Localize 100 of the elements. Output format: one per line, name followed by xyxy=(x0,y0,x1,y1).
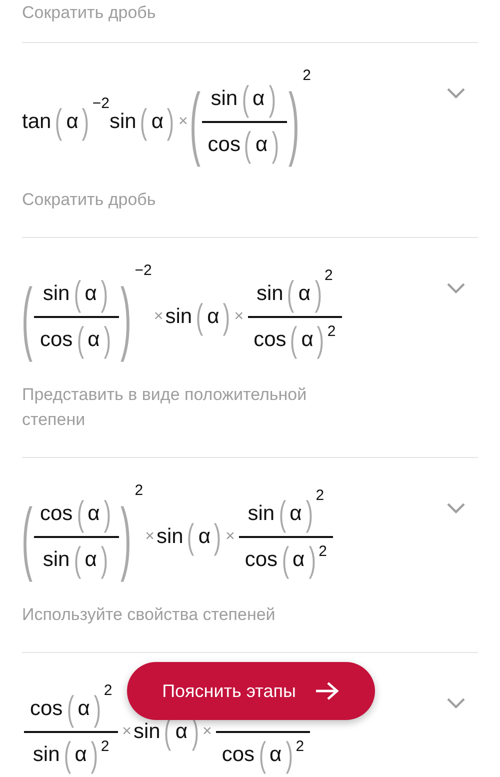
parenthesis: ( xyxy=(140,102,148,142)
parenthesis: ( xyxy=(22,490,32,584)
parenthesis: ( xyxy=(189,76,200,169)
function-name: sin xyxy=(256,282,284,306)
function-name: sin xyxy=(42,282,70,306)
parenthesis: ( xyxy=(66,688,74,730)
exponent: 2 xyxy=(104,682,112,698)
variable: α xyxy=(301,328,314,352)
parenthesis: ( xyxy=(74,274,81,314)
function-name: cos xyxy=(40,502,73,526)
explain-steps-button[interactable]: Пояснить этапы xyxy=(127,662,375,720)
variable: α xyxy=(255,133,268,157)
parenthesis: ) xyxy=(104,320,111,360)
function-name: cos xyxy=(222,743,255,767)
variable: α xyxy=(252,87,265,111)
variable: α xyxy=(298,282,310,306)
parenthesis: ) xyxy=(272,124,279,166)
function-name: sin xyxy=(109,110,136,134)
parenthesis: ( xyxy=(76,494,84,534)
exponent: 2 xyxy=(296,738,304,754)
function-name: cos xyxy=(30,697,63,721)
parenthesis: ( xyxy=(241,78,249,120)
parenthesis: ) xyxy=(90,734,98,776)
parenthesis: ) xyxy=(317,320,325,360)
function-name: cos xyxy=(244,548,278,572)
parenthesis: ) xyxy=(288,76,300,169)
parenthesis: ) xyxy=(100,540,108,580)
parenthesis: ( xyxy=(187,516,194,558)
parenthesis: ) xyxy=(223,296,230,338)
variable: α xyxy=(66,110,78,134)
parenthesis: ( xyxy=(74,540,81,580)
parenthesis: ) xyxy=(268,78,276,120)
times-sign: × xyxy=(145,528,154,546)
step-hint: Используйте свойства степеней xyxy=(22,604,276,626)
times-sign: × xyxy=(225,528,235,546)
parenthesis: ( xyxy=(281,540,289,580)
variable: α xyxy=(84,282,97,306)
chevron-down-icon[interactable] xyxy=(446,697,466,709)
parenthesis: ) xyxy=(104,494,111,534)
exponent: 2 xyxy=(327,322,336,340)
parenthesis: ) xyxy=(94,688,101,730)
chevron-down-icon[interactable] xyxy=(446,502,466,514)
parenthesis: ( xyxy=(244,124,252,166)
parenthesis: ( xyxy=(55,102,62,142)
parenthesis: ) xyxy=(82,102,90,142)
parenthesis: ( xyxy=(287,274,294,314)
parenthesis: ( xyxy=(76,320,84,360)
variable: α xyxy=(198,525,210,549)
times-sign: × xyxy=(202,723,212,741)
variable: α xyxy=(270,743,282,767)
exponent: 2 xyxy=(316,486,324,504)
parenthesis: ) xyxy=(306,494,313,534)
parenthesis: ) xyxy=(214,516,222,558)
function-name: cos xyxy=(208,133,240,157)
function-name: sin xyxy=(210,87,238,111)
parenthesis: ( xyxy=(22,270,32,364)
parenthesis: ) xyxy=(167,102,175,142)
parenthesis: ( xyxy=(196,296,204,338)
variable: α xyxy=(78,697,90,721)
arrow-right-icon xyxy=(314,681,340,701)
function-name: tan xyxy=(22,110,52,134)
parenthesis: ( xyxy=(278,494,286,534)
exponent: −2 xyxy=(92,94,110,112)
parenthesis: ( xyxy=(290,320,298,360)
step-hint: Сократить дробь xyxy=(22,189,157,211)
function-name: sin xyxy=(42,548,70,572)
function-name: sin xyxy=(32,743,60,767)
exponent: 2 xyxy=(324,266,333,284)
chevron-down-icon[interactable] xyxy=(446,87,466,99)
function-name: cos xyxy=(40,328,73,352)
function-name: sin xyxy=(134,720,160,744)
step-hint: Сократить дробь xyxy=(22,2,157,24)
step-hint: Представить в виде положительной степени xyxy=(22,384,308,431)
exponent: 2 xyxy=(318,542,327,560)
variable: α xyxy=(292,548,305,572)
parenthesis: ) xyxy=(120,490,132,584)
variable: α xyxy=(207,305,220,329)
function-name: sin xyxy=(156,525,184,549)
chevron-down-icon[interactable] xyxy=(446,282,466,294)
times-sign: × xyxy=(154,308,164,326)
parenthesis: ) xyxy=(314,274,322,314)
variable: α xyxy=(88,328,100,352)
variable: α xyxy=(74,743,87,767)
parenthesis: ) xyxy=(286,734,293,776)
function-name: cos xyxy=(254,328,286,352)
exponent: 2 xyxy=(100,738,110,754)
function-name: sin xyxy=(165,305,192,329)
variable: α xyxy=(175,720,188,744)
parenthesis: ) xyxy=(100,274,108,314)
variable: α xyxy=(151,110,164,134)
parenthesis: ( xyxy=(258,734,266,776)
variable: α xyxy=(290,502,302,526)
parenthesis: ) xyxy=(308,540,316,580)
variable: α xyxy=(88,502,100,526)
parenthesis: ( xyxy=(64,734,71,776)
exponent: 2 xyxy=(302,67,311,84)
exponent: 2 xyxy=(134,482,144,499)
times-sign: × xyxy=(122,723,132,741)
times-sign: × xyxy=(234,308,244,326)
variable: α xyxy=(84,548,97,572)
